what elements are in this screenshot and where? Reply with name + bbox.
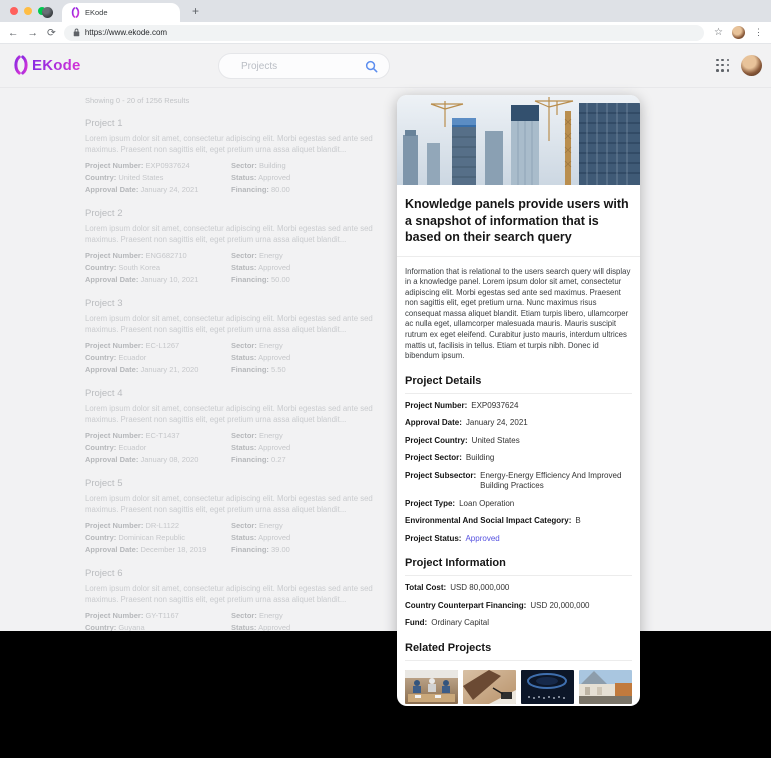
project-meta: Project Number: EC-L1267 Sector: Energy … <box>85 341 393 376</box>
reload-icon[interactable]: ⟳ <box>47 27 56 39</box>
project-description: Lorem ipsum dolor sit amet, consectetur … <box>85 224 393 246</box>
project-meta: Project Number: EC-T1437 Sector: Energy … <box>85 431 393 466</box>
project-meta: Project Number: EXP0937624 Sector: Build… <box>85 161 393 196</box>
address-bar: ← → ⟳ https://www.ekode.com ☆ ⋮ <box>0 22 771 44</box>
project-result-2[interactable]: Project 2 Lorem ipsum dolor sit amet, co… <box>85 208 393 285</box>
info-row: Total Cost:USD 80,000,000 <box>405 583 632 594</box>
panel-title: Knowledge panels provide users with a sn… <box>397 185 640 257</box>
ekode-logo-icon <box>13 55 29 75</box>
browser-tab[interactable]: EKode <box>62 3 180 22</box>
project-meta: Project Number: ENG682710 Sector: Energy… <box>85 251 393 286</box>
app-header: EKode <box>0 44 771 88</box>
detail-row: Project Country:United States <box>405 436 632 447</box>
brand-name: EKode <box>32 57 81 74</box>
panel-description: Information that is relational to the us… <box>405 267 632 362</box>
status-link[interactable]: Approved <box>465 534 499 545</box>
project-title[interactable]: Project 6 <box>85 568 393 579</box>
browser-profile-icon[interactable] <box>42 7 53 18</box>
search-input[interactable] <box>219 54 389 78</box>
project-description: Lorem ipsum dolor sit amet, consectetur … <box>85 134 393 156</box>
project-result-6[interactable]: Project 6 Lorem ipsum dolor sit amet, co… <box>85 568 393 631</box>
user-avatar[interactable] <box>741 55 762 76</box>
browser-menu-icon[interactable]: ⋮ <box>754 27 763 38</box>
construction-hero-image <box>397 95 640 185</box>
project-title[interactable]: Project 1 <box>85 118 393 129</box>
related-project-4[interactable]: Guatemala - RMEI Regional Malaria Elim <box>579 670 632 706</box>
project-title[interactable]: Project 4 <box>85 388 393 399</box>
ekode-favicon-icon <box>71 7 80 18</box>
tab-title: EKode <box>85 8 108 17</box>
minimize-window-button[interactable] <box>24 7 32 15</box>
info-row: Country Counterpart Financing:USD 20,000… <box>405 601 632 612</box>
detail-row: Environmental And Social Impact Category… <box>405 516 632 527</box>
project-title[interactable]: Project 5 <box>85 478 393 489</box>
forum-thumbnail-image <box>521 670 574 704</box>
browser-window: EKode + ← → ⟳ https://www.ekode.com ☆ ⋮ <box>0 0 771 631</box>
ekode-logo[interactable]: EKode <box>13 55 81 75</box>
project-description: Lorem ipsum dolor sit amet, consectetur … <box>85 584 393 606</box>
related-project-1[interactable]: Institutional Strengthening of COFIDE <box>405 670 458 706</box>
detail-row: Project Subsector:Energy-Energy Efficien… <box>405 471 632 492</box>
meeting-thumbnail-image <box>405 670 458 704</box>
project-title[interactable]: Project 3 <box>85 298 393 309</box>
info-row: Fund:Ordinary Capital <box>405 618 632 629</box>
project-meta: Project Number: DR-L1122 Sector: Energy … <box>85 521 393 556</box>
back-icon[interactable]: ← <box>8 27 19 39</box>
project-result-1[interactable]: Project 1 Lorem ipsum dolor sit amet, co… <box>85 118 393 195</box>
project-information-heading: Project Information <box>405 557 632 576</box>
project-result-3[interactable]: Project 3 Lorem ipsum dolor sit amet, co… <box>85 298 393 375</box>
browser-avatar[interactable] <box>732 26 745 39</box>
screen: EKode + ← → ⟳ https://www.ekode.com ☆ ⋮ <box>0 0 771 758</box>
project-result-5[interactable]: Project 5 Lorem ipsum dolor sit amet, co… <box>85 478 393 555</box>
bookmark-star-icon[interactable]: ☆ <box>714 27 723 38</box>
writing-thumbnail-image <box>463 670 516 704</box>
forward-icon[interactable]: → <box>28 27 39 39</box>
knowledge-panel: Knowledge panels provide users with a sn… <box>397 95 640 706</box>
detail-row: Project Sector:Building <box>405 453 632 464</box>
results-summary: Showing 0 - 20 of 1256 Results <box>85 96 393 105</box>
detail-row: Project Type:Loan Operation <box>405 499 632 510</box>
tab-strip: EKode + <box>0 0 771 22</box>
project-description: Lorem ipsum dolor sit amet, consectetur … <box>85 404 393 426</box>
search-bar[interactable] <box>218 53 390 79</box>
project-meta: Project Number: GY-T1167 Sector: Energy … <box>85 611 393 631</box>
apps-grid-icon[interactable] <box>716 59 730 73</box>
project-result-4[interactable]: Project 4 Lorem ipsum dolor sit amet, co… <box>85 388 393 465</box>
lock-icon <box>73 28 80 37</box>
project-description: Lorem ipsum dolor sit amet, consectetur … <box>85 314 393 336</box>
url-text: https://www.ekode.com <box>85 28 167 37</box>
project-title[interactable]: Project 2 <box>85 208 393 219</box>
window-controls <box>10 7 46 15</box>
guatemala-thumbnail-image <box>579 670 632 704</box>
detail-row: Project Number:EXP0937624 <box>405 401 632 412</box>
url-field[interactable]: https://www.ekode.com <box>64 25 704 41</box>
detail-row: Approval Date:January 24, 2021 <box>405 418 632 429</box>
related-projects-heading: Related Projects <box>405 642 632 661</box>
search-icon[interactable] <box>365 60 378 73</box>
close-window-button[interactable] <box>10 7 18 15</box>
related-project-3[interactable]: Support to the 4th Ministerial Forum <box>521 670 574 706</box>
project-details-heading: Project Details <box>405 375 632 394</box>
new-tab-button[interactable]: + <box>192 3 199 19</box>
detail-row-status: Project Status:Approved <box>405 534 632 545</box>
related-project-2[interactable]: Program to Strengthen the Tax Admin DR <box>463 670 516 706</box>
related-projects-row: Institutional Strengthening of COFIDE Pr… <box>405 670 632 706</box>
results-list: Showing 0 - 20 of 1256 Results Project 1… <box>85 96 393 631</box>
project-description: Lorem ipsum dolor sit amet, consectetur … <box>85 494 393 516</box>
